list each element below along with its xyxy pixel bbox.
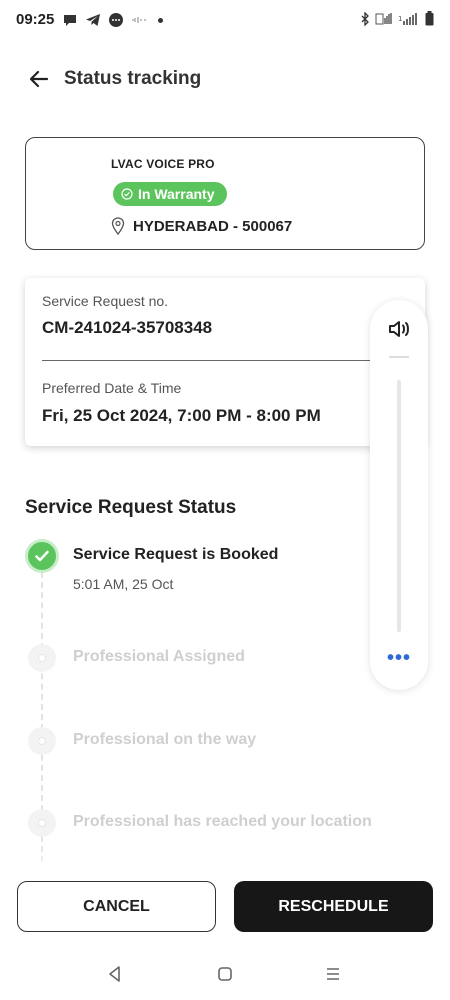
toolbar-separator [389,356,409,358]
cancel-button[interactable]: CANCEL [17,881,216,932]
product-card: LVAC VOICE PRO In Warranty HYDERABAD - 5… [25,137,425,250]
step-booked-title: Service Request is Booked [73,546,279,563]
nav-recents-icon[interactable] [322,963,344,985]
battery-icon [425,11,434,26]
reschedule-button[interactable]: RESCHEDULE [234,881,433,932]
status-time: 09:25 [16,11,55,28]
signal-icon: 1 [398,12,417,25]
system-nav-bar [0,950,450,1000]
request-number-label: Service Request no. [42,293,169,309]
toolbar-scroll-track[interactable] [397,380,401,632]
app-header: Status tracking [0,52,450,108]
step-pending-icon [28,727,56,755]
status-notification-icons [62,12,163,28]
warranty-badge: In Warranty [113,182,227,206]
svg-text:1: 1 [398,15,402,23]
volte-icon [375,12,392,24]
preferred-datetime-value: Fri, 25 Oct 2024, 7:00 PM - 8:00 PM [42,406,321,425]
nav-back-icon[interactable] [104,963,126,985]
step-completed-icon [25,539,59,573]
service-request-card: Service Request no. CM-241024-35708348 P… [25,278,425,446]
step-booked-time: 5:01 AM, 25 Oct [73,576,174,592]
product-name: LVAC VOICE PRO [111,157,215,171]
step-on-the-way-title: Professional on the way [73,731,257,748]
location-pin-icon [111,217,125,235]
step-reached-title: Professional has reached your location [73,813,372,830]
request-number-value: CM-241024-35708348 [42,318,213,337]
messages-icon [109,13,123,27]
step-pending-icon [28,644,56,672]
notification-dot-icon [158,17,163,23]
step-pending-icon [28,809,56,837]
arrow-left-icon [29,70,49,87]
sound-wave-icon [132,17,146,23]
chat-bubble-icon [64,15,76,26]
section-title: Service Request Status [25,497,237,518]
check-icon [35,550,49,562]
step-assigned-title: Professional Assigned [73,648,245,665]
speaker-icon[interactable] [387,318,411,340]
location-row: HYDERABAD - 500067 [111,217,292,235]
check-circle-icon [121,188,133,200]
back-button[interactable] [24,65,54,95]
nav-home-icon[interactable] [214,963,236,985]
bluetooth-icon [361,11,369,26]
preferred-datetime-label: Preferred Date & Time [42,380,182,396]
status-bar: 09:25 1 [0,0,450,40]
telegram-icon [86,14,100,26]
page-title: Status tracking [64,68,202,89]
status-system-icons: 1 [360,11,434,26]
divider [42,360,370,361]
more-options-icon[interactable]: ••• [387,648,411,672]
location-text: HYDERABAD - 500067 [133,217,293,235]
warranty-label: In Warranty [138,186,215,202]
bottom-action-bar: CANCEL RESCHEDULE [0,862,450,942]
floating-toolbar: ••• [370,300,428,690]
